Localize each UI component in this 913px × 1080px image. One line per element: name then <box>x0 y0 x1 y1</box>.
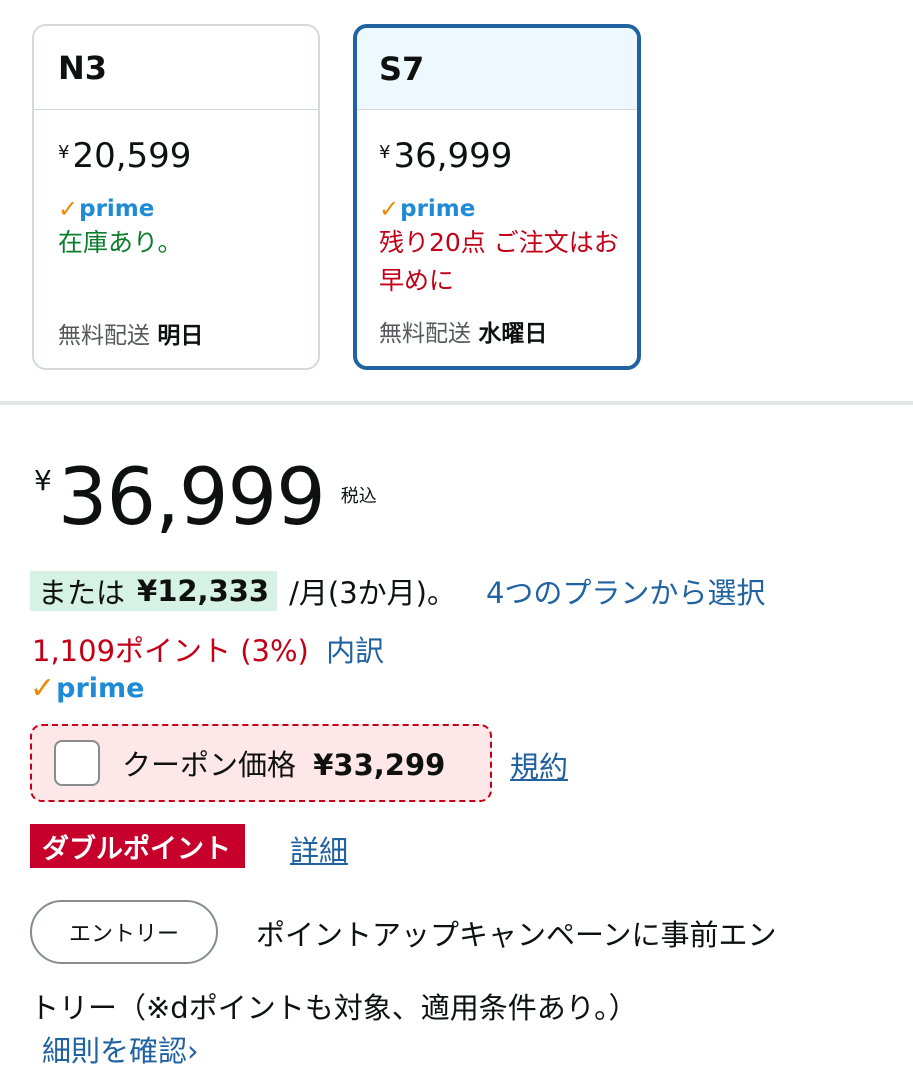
price-amount: 36,999 <box>57 453 326 543</box>
prime-check-icon: ✓ <box>58 195 79 223</box>
currency-symbol: ¥ <box>34 464 52 497</box>
main-price: ¥ 36,999 税込 <box>34 448 377 548</box>
variant-price-amount: 36,999 <box>393 136 513 176</box>
currency-symbol: ¥ <box>58 142 70 163</box>
delivery-info: 無料配送 明日 <box>58 316 203 350</box>
points-text: 1,109ポイント (3%) <box>32 634 309 668</box>
variant-price-amount: 20,599 <box>72 136 192 176</box>
variant-name: S7 <box>357 28 637 110</box>
installment-amount: ¥12,333 <box>137 574 270 608</box>
coupon-price: ¥33,299 <box>313 748 446 782</box>
currency-symbol: ¥ <box>379 142 391 163</box>
installment-plans-link[interactable]: 4つのプランから選択 <box>486 570 765 612</box>
prime-label: prime <box>56 672 145 704</box>
prime-logo: ✓ prime <box>379 194 637 224</box>
tax-label: 税込 <box>340 486 377 507</box>
points-breakdown-link[interactable]: 内訳 <box>326 634 384 668</box>
campaign-rules-link[interactable]: 細則を確認› <box>42 1028 199 1070</box>
delivery-day: 水曜日 <box>478 321 548 347</box>
section-divider <box>0 401 913 405</box>
variant-card-s7[interactable]: S7 ¥ 36,999 ✓ prime 残り20点 ご注文はお早めに 無料配送 … <box>353 24 641 370</box>
installment-period: /月(3か月)。 <box>289 576 456 610</box>
delivery-day: 明日 <box>157 323 204 349</box>
coupon-terms-link[interactable]: 規約 <box>510 744 568 786</box>
prime-logo: ✓ prime <box>30 670 145 706</box>
campaign-text-line2: トリー（※dポイントも対象、適用条件あり。） <box>30 991 638 1025</box>
coupon-text: クーポン価格 ¥33,299 <box>122 742 445 784</box>
points-row: 1,109ポイント (3%) 内訳 <box>32 628 384 670</box>
double-point-details-link[interactable]: 詳細 <box>290 828 348 870</box>
coupon-label: クーポン価格 <box>122 748 297 782</box>
entry-button[interactable]: エントリー <box>30 900 218 964</box>
delivery-prefix: 無料配送 <box>58 323 150 349</box>
prime-logo: ✓ prime <box>58 194 318 224</box>
installment-row: または ¥12,333 /月(3か月)。 4つのプランから選択 <box>30 568 765 614</box>
installment-highlight: または ¥12,333 <box>30 571 278 611</box>
coupon-box: クーポン価格 ¥33,299 <box>30 724 492 802</box>
installment-prefix: または <box>38 576 126 610</box>
coupon-checkbox[interactable] <box>54 740 100 786</box>
variant-card-n3[interactable]: N3 ¥ 20,599 ✓ prime 在庫あり。 無料配送 明日 <box>32 24 320 370</box>
delivery-info: 無料配送 水曜日 <box>379 314 547 348</box>
prime-check-icon: ✓ <box>379 195 400 223</box>
prime-label: prime <box>79 196 155 222</box>
prime-label: prime <box>400 196 476 222</box>
double-point-badge: ダブルポイント <box>30 824 245 868</box>
campaign-text-line1: ポイントアップキャンペーンに事前エン <box>256 918 777 952</box>
availability-text: 残り20点 ご注文はお早めに <box>379 228 619 295</box>
variant-price: ¥ 20,599 <box>58 136 318 182</box>
variant-price: ¥ 36,999 <box>379 136 637 182</box>
availability-text: 在庫あり。 <box>58 228 183 257</box>
prime-check-icon: ✓ <box>30 670 56 706</box>
delivery-prefix: 無料配送 <box>379 321 471 347</box>
variant-name: N3 <box>34 26 318 110</box>
